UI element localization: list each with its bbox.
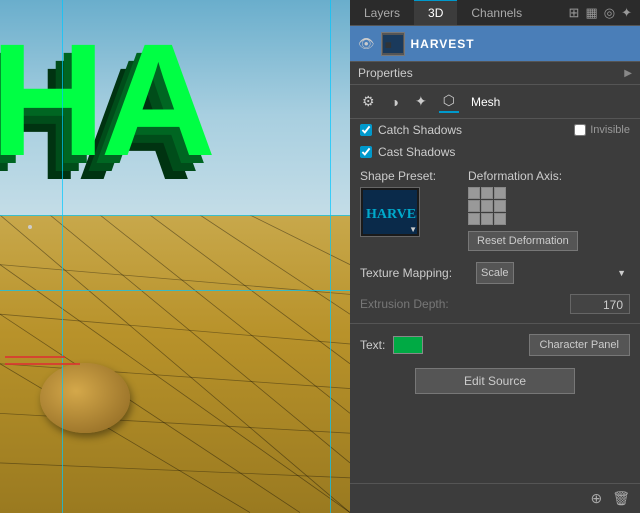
delete-icon[interactable]: 🗑	[612, 490, 630, 507]
visibility-icon[interactable]: 👁	[358, 36, 375, 52]
deform-cell-2[interactable]	[481, 187, 493, 199]
properties-collapse[interactable]: ▶	[624, 68, 632, 79]
deform-cell-8[interactable]	[481, 213, 493, 225]
deform-cell-5[interactable]	[481, 200, 493, 212]
svg-text:HARVEST: HARVEST	[366, 207, 417, 222]
add-icon[interactable]: ⊕	[590, 490, 602, 507]
guide-vertical-2	[330, 0, 331, 513]
deform-cell-9[interactable]	[494, 213, 506, 225]
shape-preset-label: Shape Preset:	[360, 169, 450, 183]
arrange-icon[interactable]: ⊞	[569, 5, 580, 21]
texture-mapping-label: Texture Mapping:	[360, 266, 470, 280]
deform-cell-6[interactable]	[494, 200, 506, 212]
red-line-1	[5, 363, 80, 365]
svg-text:▦: ▦	[385, 42, 392, 49]
character-panel-button[interactable]: Character Panel	[529, 334, 631, 356]
select-arrow-icon: ▼	[617, 268, 626, 278]
guide-horizontal-2	[0, 290, 350, 291]
3d-text: HA	[0, 20, 211, 180]
text-row: Text: Character Panel	[350, 328, 640, 362]
divider	[350, 323, 640, 324]
deformation-grid	[468, 187, 506, 225]
texture-mapping-select-wrapper: Scale ▼	[476, 262, 630, 284]
hay-bale	[40, 363, 130, 433]
bottom-icons: ⊕ 🗑	[350, 483, 640, 513]
circle-icon[interactable]: ◎	[604, 5, 615, 21]
filter-icon[interactable]: ⚙	[358, 91, 379, 112]
extrusion-depth-value[interactable]: 170	[570, 294, 630, 314]
deform-cell-3[interactable]	[494, 187, 506, 199]
tab-channels[interactable]: Channels	[457, 0, 536, 25]
mesh-label: Mesh	[471, 95, 500, 109]
properties-title: Properties	[358, 66, 413, 80]
grid-icon[interactable]: ▦	[585, 5, 597, 21]
guide-vertical-1	[62, 0, 63, 513]
layer-row[interactable]: 👁 ▦ HARVEST	[350, 26, 640, 62]
edit-source-button[interactable]: Edit Source	[415, 368, 575, 394]
tab-bar: Layers 3D Channels ⊞ ▦ ◎ ✦	[350, 0, 640, 26]
mesh-icon[interactable]: ⬡	[439, 90, 459, 113]
invisible-row: Invisible	[574, 124, 630, 136]
tab-layers[interactable]: Layers	[350, 0, 414, 25]
catch-shadows-checkbox[interactable]	[360, 124, 372, 136]
tab-icons: ⊞ ▦ ◎ ✦	[569, 5, 640, 21]
deform-cell-4[interactable]	[468, 200, 480, 212]
shape-deform-row: Shape Preset: HARVEST ▼ Deformation Axis…	[350, 163, 640, 257]
environment-icon[interactable]: ◑	[387, 92, 403, 112]
cast-shadows-label: Cast Shadows	[378, 145, 455, 159]
guide-horizontal-1	[0, 215, 350, 216]
deformation-label: Deformation Axis:	[468, 169, 562, 183]
invisible-label: Invisible	[590, 124, 630, 136]
light-icon[interactable]: ✦	[411, 91, 431, 112]
layer-thumbnail: ▦	[381, 32, 405, 56]
extrusion-depth-label: Extrusion Depth:	[360, 297, 470, 311]
texture-mapping-row: Texture Mapping: Scale ▼	[350, 257, 640, 289]
reset-deformation-button[interactable]: Reset Deformation	[468, 231, 578, 251]
shape-preset-arrow: ▼	[409, 225, 417, 234]
cast-shadows-row: Cast Shadows	[350, 141, 640, 163]
layer-name: HARVEST	[411, 37, 475, 51]
canvas-area: HA	[0, 0, 350, 513]
properties-header: Properties ▶	[350, 62, 640, 85]
catch-shadows-label: Catch Shadows	[378, 123, 462, 137]
text-color-swatch[interactable]	[393, 336, 423, 354]
cast-shadows-checkbox[interactable]	[360, 146, 372, 158]
spacer	[350, 400, 640, 483]
catch-shadows-row: Catch Shadows Invisible	[350, 119, 640, 141]
tab-3d[interactable]: 3D	[414, 0, 457, 25]
tool-row: ⚙ ◑ ✦ ⬡ Mesh	[350, 85, 640, 119]
text-label: Text:	[360, 338, 385, 352]
sun-icon[interactable]: ✦	[621, 5, 632, 21]
invisible-checkbox[interactable]	[574, 124, 586, 136]
edit-source-row: Edit Source	[350, 362, 640, 400]
extrusion-depth-row: Extrusion Depth: 170	[350, 289, 640, 319]
anchor-dot	[28, 225, 32, 229]
texture-mapping-select[interactable]: Scale	[476, 262, 514, 284]
red-line-2	[5, 356, 65, 358]
deform-cell-1[interactable]	[468, 187, 480, 199]
shape-preset-box[interactable]: HARVEST ▼	[360, 187, 420, 237]
right-panel: Layers 3D Channels ⊞ ▦ ◎ ✦ 👁 ▦ HARVEST P…	[350, 0, 640, 513]
deform-cell-7[interactable]	[468, 213, 480, 225]
